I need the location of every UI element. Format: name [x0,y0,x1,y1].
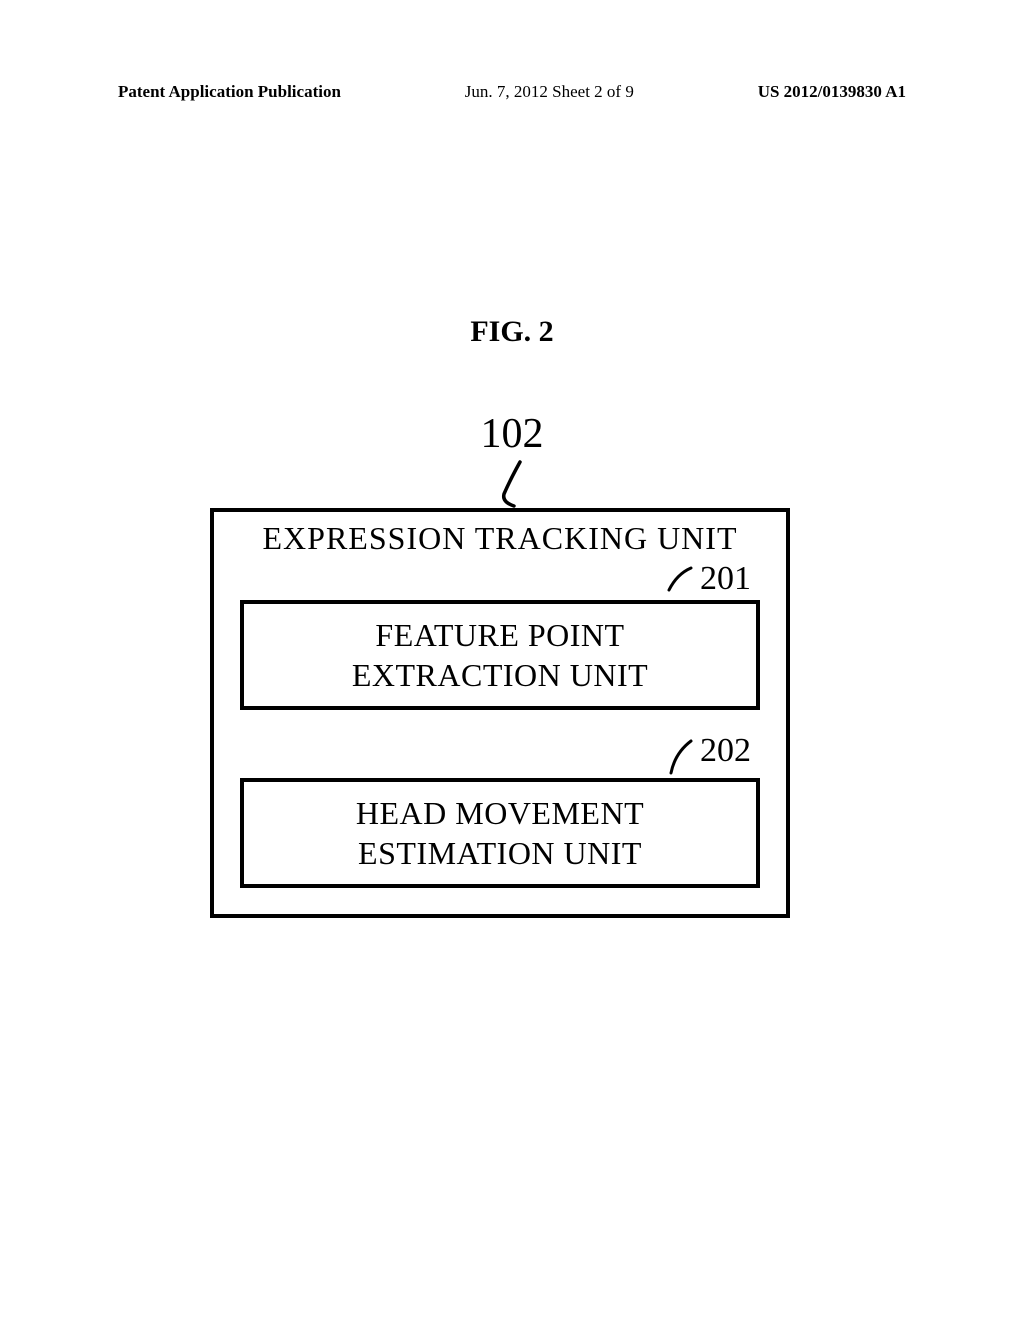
figure-title: FIG. 2 [470,315,553,349]
page-header: Patent Application Publication Jun. 7, 2… [0,82,1024,102]
header-publication-number: US 2012/0139830 A1 [758,82,906,102]
box1-line2: EXTRACTION UNIT [352,657,648,693]
box2-line2: ESTIMATION UNIT [358,835,642,871]
header-publication-type: Patent Application Publication [118,82,341,102]
reference-numeral-102: 102 [481,410,544,458]
expression-tracking-unit-label: EXPRESSION TRACKING UNIT [210,520,790,557]
head-movement-estimation-unit-label: HEAD MOVEMENT ESTIMATION UNIT [356,793,644,873]
head-movement-estimation-unit-box: HEAD MOVEMENT ESTIMATION UNIT [240,778,760,888]
box2-line1: HEAD MOVEMENT [356,795,644,831]
header-date-sheet: Jun. 7, 2012 Sheet 2 of 9 [465,82,634,102]
box1-line1: FEATURE POINT [375,617,624,653]
feature-point-extraction-unit-box: FEATURE POINT EXTRACTION UNIT [240,600,760,710]
feature-point-extraction-unit-label: FEATURE POINT EXTRACTION UNIT [352,615,648,695]
reference-numeral-201: 201 [700,560,751,598]
reference-numeral-202: 202 [700,732,751,770]
